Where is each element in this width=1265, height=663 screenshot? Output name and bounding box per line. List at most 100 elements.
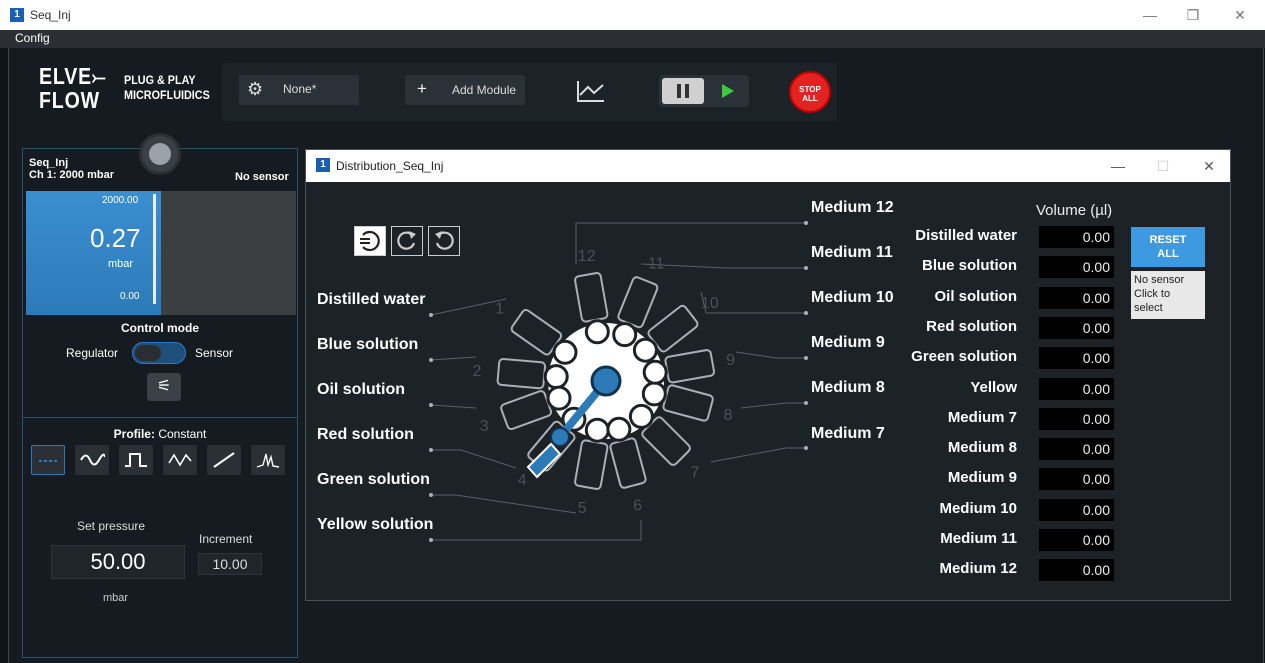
valve-port-dot: [584, 319, 610, 345]
valve-port-dot: [641, 381, 667, 407]
gauge-min: 0.00: [120, 291, 140, 302]
valve-port-number: 4: [518, 472, 527, 489]
profile-sine-button[interactable]: [75, 445, 109, 475]
sensor-select-button[interactable]: No sensor Click to select: [1131, 271, 1205, 319]
valve-port-number: 8: [724, 407, 733, 424]
pressure-unit-label: mbar: [108, 258, 134, 270]
window-titlebar: 1 Seq_Inj — ❐ ✕: [0, 0, 1265, 30]
dialog-close-button[interactable]: ✕: [1194, 156, 1224, 176]
medium-label: Medium 10: [811, 289, 894, 306]
valve-port-number: 6: [633, 498, 642, 515]
volume-row-label: Blue solution: [922, 257, 1017, 274]
valve-port-dot: [543, 364, 569, 390]
control-mode-toggle[interactable]: [132, 342, 186, 364]
increment-input[interactable]: 10.00: [198, 553, 262, 575]
input-label: Distilled water: [317, 291, 426, 308]
minimize-button[interactable]: —: [1135, 5, 1165, 25]
volume-value-field[interactable]: 0.00: [1039, 256, 1114, 278]
channel-label: Ch 1: 2000 mbar: [29, 169, 114, 181]
valve-port-2: [496, 357, 547, 390]
dialog-minimize-button[interactable]: —: [1103, 156, 1133, 176]
gauge-bar: [153, 194, 156, 304]
increment-label: Increment: [199, 532, 253, 546]
tune-icon: ⚟: [156, 378, 172, 395]
restore-button[interactable]: ❐: [1178, 5, 1208, 25]
volume-value-field[interactable]: 0.00: [1039, 226, 1114, 248]
config-value: None*: [283, 82, 317, 96]
dialog-titlebar: 1 Distribution_Seq_Inj — ☐ ✕: [306, 150, 1230, 182]
gear-icon: ⚙: [247, 79, 264, 99]
volume-value-field[interactable]: 0.00: [1039, 408, 1114, 430]
menu-bar: Config: [0, 30, 1265, 48]
set-pressure-input[interactable]: 50.00: [51, 545, 185, 579]
valve-port-dot: [584, 417, 610, 443]
logo-tagline-2: MICROFLUIDICS: [124, 88, 210, 102]
menu-config[interactable]: Config: [15, 31, 50, 45]
volume-value-field[interactable]: 0.00: [1039, 499, 1114, 521]
panel-knob[interactable]: [139, 133, 181, 175]
profile-constant-button[interactable]: [31, 445, 65, 475]
valve-port-6: [609, 437, 647, 489]
plus-icon: +: [417, 79, 427, 98]
valve-port-dot: [546, 385, 572, 411]
medium-label: Medium 8: [811, 379, 885, 396]
play-icon: [722, 84, 734, 98]
valve-port-9: [664, 349, 715, 384]
volume-row-label: Medium 12: [939, 560, 1017, 577]
volume-value-field[interactable]: 0.00: [1039, 559, 1114, 581]
volume-value-field[interactable]: 0.00: [1039, 468, 1114, 490]
distribution-dialog: 1 Distribution_Seq_Inj — ☐ ✕ 1 2 3 4 5 6…: [305, 149, 1231, 601]
volume-row-label: Medium 10: [939, 500, 1017, 517]
valve-port-number: 7: [691, 465, 700, 482]
profile-triangle-button[interactable]: [163, 445, 197, 475]
volume-row-label: Red solution: [926, 318, 1017, 335]
volume-value-field[interactable]: 0.00: [1039, 347, 1114, 369]
dialog-title: Distribution_Seq_Inj: [336, 159, 444, 173]
medium-label: Medium 7: [811, 425, 885, 442]
config-selector[interactable]: ⚙ None*: [239, 75, 359, 105]
square-icon: [125, 453, 147, 467]
volume-value-field[interactable]: 0.00: [1039, 317, 1114, 339]
pressure-gauge: 2000.00 0.27 mbar 0.00: [26, 191, 296, 315]
profile-ramp-button[interactable]: [207, 445, 241, 475]
logo-line1: ELVE⤚: [39, 63, 107, 90]
volume-row-label: Medium 8: [947, 439, 1017, 456]
input-label: Blue solution: [317, 336, 419, 353]
volume-row-label: Medium 11: [940, 530, 1017, 547]
pause-button[interactable]: [662, 78, 704, 104]
volume-value-field[interactable]: 0.00: [1039, 438, 1114, 460]
volume-value-field[interactable]: 0.00: [1039, 287, 1114, 309]
add-module-label: Add Module: [452, 83, 517, 97]
medium-label: Medium 11: [811, 244, 893, 261]
volume-value-field[interactable]: 0.00: [1039, 529, 1114, 551]
valve-port-number: 9: [726, 352, 735, 369]
stop-all-button[interactable]: STOP ALL: [789, 71, 831, 113]
profile-custom-button[interactable]: [251, 445, 285, 475]
medium-label: Medium 12: [811, 199, 894, 216]
sensor-select-line: select: [1134, 302, 1163, 314]
volume-row-label: Oil solution: [934, 288, 1018, 305]
dialog-app-icon: 1: [316, 158, 330, 172]
tune-button[interactable]: ⚟: [147, 373, 181, 401]
valve-port-number: 10: [701, 295, 719, 312]
set-pressure-label: Set pressure: [77, 519, 146, 533]
volume-row-label: Yellow: [970, 379, 1017, 396]
dialog-maximize-button[interactable]: ☐: [1148, 156, 1178, 176]
custom-profile-icon: [256, 453, 280, 468]
valve-port-dot: [628, 403, 654, 429]
chart-icon: [577, 81, 604, 102]
add-module-button[interactable]: + Add Module: [405, 75, 525, 105]
valve-port-dot: [642, 359, 668, 385]
valve-port-12: [574, 272, 609, 323]
gauge-max: 2000.00: [102, 195, 139, 206]
constant-icon: [39, 460, 59, 462]
volume-row-label: Medium 9: [947, 469, 1017, 486]
chart-button[interactable]: [574, 77, 608, 105]
valve-port-8: [662, 384, 714, 422]
close-button[interactable]: ✕: [1225, 5, 1255, 25]
reset-all-button[interactable]: RESET ALL: [1131, 227, 1205, 267]
play-button[interactable]: [709, 78, 745, 104]
volume-value-field[interactable]: 0.00: [1039, 378, 1114, 400]
profile-square-button[interactable]: [119, 445, 153, 475]
volume-row-label: Green solution: [911, 348, 1017, 365]
